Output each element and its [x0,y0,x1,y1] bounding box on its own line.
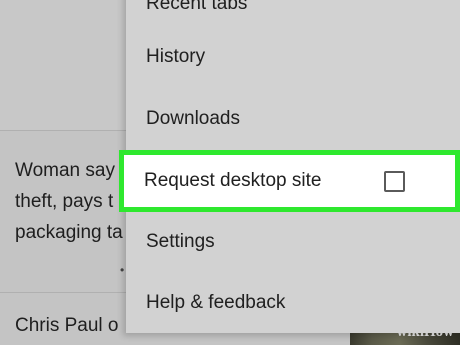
article-title-line: packaging ta [15,222,123,243]
menu-item-help-feedback[interactable]: Help & feedback [126,273,460,333]
menu-item-label: Downloads [146,108,240,129]
menu-item-downloads[interactable]: Downloads [126,89,460,149]
menu-item-label: Request desktop site [144,170,322,191]
menu-item-label: History [146,46,206,67]
desktop-site-checkbox[interactable] [384,170,405,192]
menu-item-request-desktop-site[interactable]: Request desktop site [119,150,460,212]
menu-item-settings[interactable]: Settings [126,212,460,272]
article-title-line: theft, pays t [15,191,114,212]
article-title-line: Woman say [15,160,115,181]
menu-item-label: Recent tabs [146,0,248,14]
overflow-menu: Recent tabs History Downloads Request de… [119,0,460,333]
menu-item-history[interactable]: History [126,27,460,87]
article-title-line: Chris Paul o [15,315,119,336]
article-meta-dot: • [120,263,125,277]
menu-item-label: Help & feedback [146,292,286,313]
menu-item-label: Settings [146,231,215,252]
